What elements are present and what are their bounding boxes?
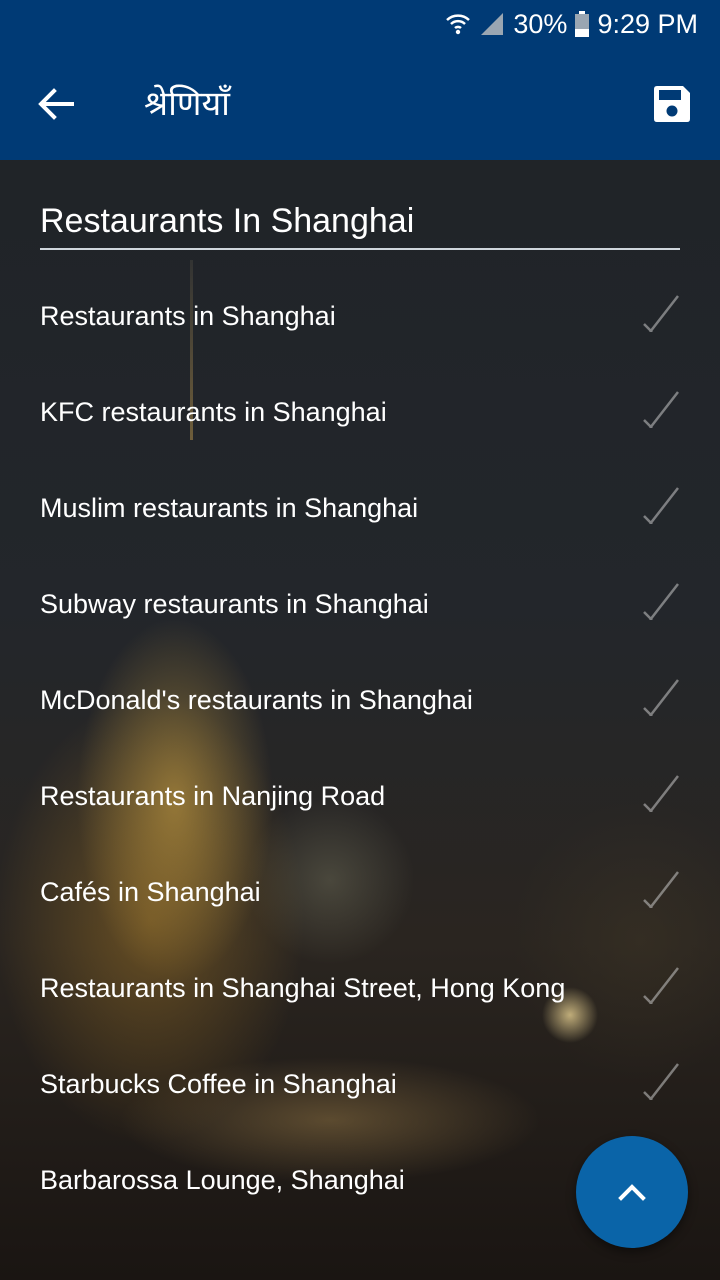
section-title: Restaurants In Shanghai [40, 202, 415, 240]
list-item-label: Muslim restaurants in Shanghai [40, 492, 419, 523]
battery-icon [575, 11, 590, 37]
chevron-up-icon [618, 1184, 646, 1201]
page-title: श्रेणियाँ [144, 84, 230, 124]
check-icon[interactable] [640, 772, 680, 812]
list-item[interactable]: Restaurants in Nanjing Road [0, 748, 720, 844]
category-list: Restaurants in Shanghai KFC restaurants … [0, 268, 720, 1228]
list-item[interactable]: Subway restaurants in Shanghai [0, 556, 720, 652]
list-item-label: KFC restaurants in Shanghai [40, 396, 387, 427]
list-item[interactable]: Starbucks Coffee in Shanghai [0, 1036, 720, 1132]
list-item-label: Restaurants in Shanghai Street, Hong Kon… [40, 972, 566, 1003]
app-bar: श्रेणियाँ [0, 48, 720, 160]
signal-icon [481, 13, 504, 35]
check-icon[interactable] [640, 964, 680, 1004]
check-icon[interactable] [640, 868, 680, 908]
list-item-label: Restaurants in Shanghai [40, 300, 336, 331]
wifi-icon [446, 14, 471, 35]
section-divider [40, 248, 680, 250]
list-item[interactable]: Muslim restaurants in Shanghai [0, 460, 720, 556]
list-item-label: Barbarossa Lounge, Shanghai [40, 1164, 405, 1195]
check-icon[interactable] [640, 388, 680, 428]
list-item[interactable]: Restaurants in Shanghai [0, 268, 720, 364]
list-item[interactable]: Cafés in Shanghai [0, 844, 720, 940]
category-content: Restaurants In Shanghai Restaurants in S… [0, 160, 720, 1280]
list-item[interactable]: McDonald's restaurants in Shanghai [0, 652, 720, 748]
list-item-label: Restaurants in Nanjing Road [40, 780, 386, 811]
check-icon[interactable] [640, 676, 680, 716]
list-item[interactable]: Restaurants in Shanghai Street, Hong Kon… [0, 940, 720, 1036]
battery-percent: 30% [513, 8, 568, 39]
check-icon[interactable] [640, 580, 680, 620]
scroll-to-top-button[interactable] [576, 1136, 688, 1248]
clock: 9:29 PM [597, 8, 698, 39]
check-icon[interactable] [640, 484, 680, 524]
list-item-label: Cafés in Shanghai [40, 876, 261, 907]
list-item[interactable]: KFC restaurants in Shanghai [0, 364, 720, 460]
check-icon[interactable] [640, 292, 680, 332]
save-icon [654, 86, 690, 122]
arrow-left-icon [38, 88, 74, 120]
list-item-label: Starbucks Coffee in Shanghai [40, 1068, 397, 1099]
list-item-label: McDonald's restaurants in Shanghai [40, 684, 473, 715]
status-bar: 30% 9:29 PM [0, 0, 720, 48]
back-button[interactable] [34, 82, 78, 126]
save-button[interactable] [652, 84, 692, 124]
list-item-label: Subway restaurants in Shanghai [40, 588, 429, 619]
check-icon[interactable] [640, 1060, 680, 1100]
